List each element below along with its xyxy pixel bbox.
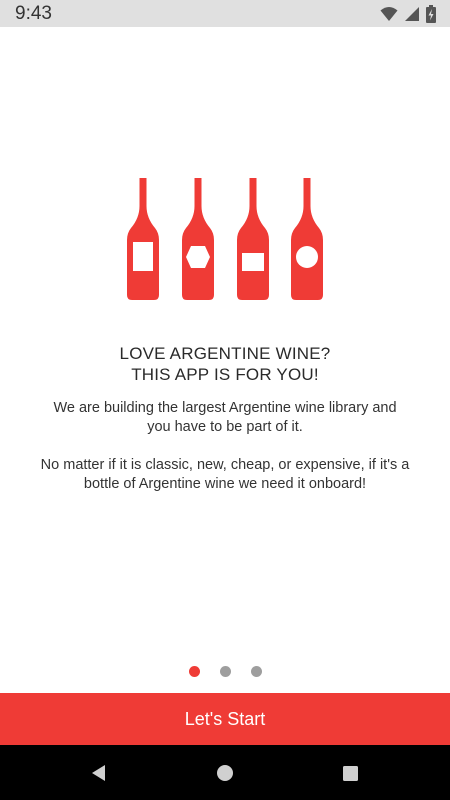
page-dot[interactable] — [250, 666, 262, 677]
status-bar: 9:43 — [0, 0, 450, 27]
lets-start-button[interactable]: Let's Start — [0, 693, 450, 745]
headline-line: THIS APP IS FOR YOU! — [131, 365, 319, 384]
wine-bottle-icon — [291, 178, 323, 300]
home-icon[interactable] — [215, 763, 235, 783]
page-indicator — [0, 666, 450, 678]
description-paragraph: No matter if it is classic, new, cheap, … — [40, 457, 410, 492]
wine-bottle-icon — [182, 178, 214, 300]
battery-icon — [426, 5, 436, 23]
recents-icon[interactable] — [340, 763, 360, 783]
status-time: 9:43 — [15, 3, 52, 24]
wifi-icon — [380, 6, 398, 22]
wine-bottles-illustration — [127, 178, 323, 300]
wine-bottle-icon — [237, 178, 269, 300]
status-icons — [380, 5, 436, 23]
headline-line: LOVE ARGENTINE WINE? — [119, 344, 331, 363]
onboarding-description: We are building the largest Argentine wi… — [40, 399, 410, 494]
onboarding-headline: LOVE ARGENTINE WINE? THIS APP IS FOR YOU… — [0, 343, 450, 385]
page-dot[interactable] — [219, 666, 231, 677]
signal-icon — [404, 6, 420, 22]
wine-bottle-icon — [127, 178, 159, 300]
back-icon[interactable] — [89, 763, 109, 783]
navigation-bar — [0, 745, 450, 800]
page-dot-active[interactable] — [188, 666, 200, 677]
description-paragraph: We are building the largest Argentine wi… — [53, 400, 397, 435]
